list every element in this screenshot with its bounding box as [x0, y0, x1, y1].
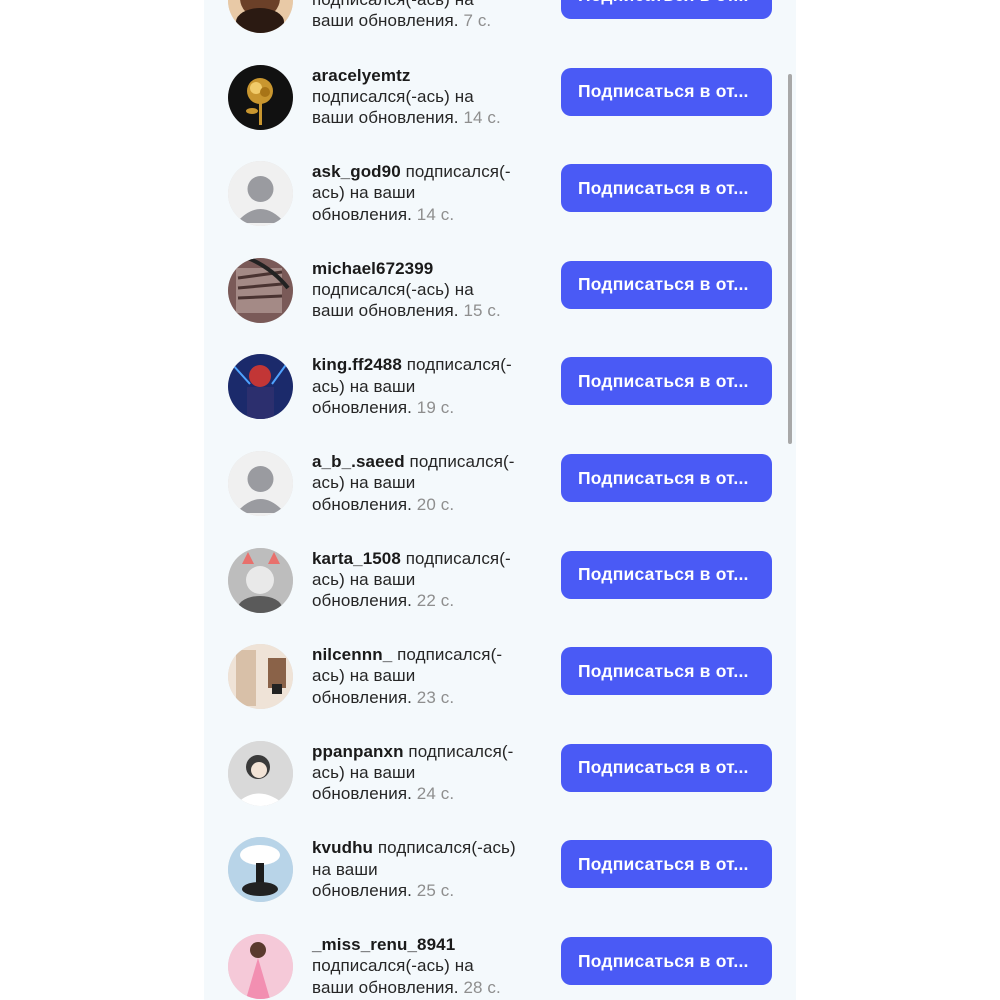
timestamp: 24 с. — [416, 784, 455, 804]
notification-message: ась) на ваши — [312, 376, 416, 396]
timestamp: 7 с. — [463, 11, 492, 31]
timestamp: 23 с. — [416, 687, 455, 707]
notification-row: подписался(-ась) наваши обновления. 7 с.… — [204, 0, 796, 64]
notification-message: обновления. — [312, 204, 412, 224]
notification-text: karta_1508 подписался(- ась) на ваши обнов… — [312, 548, 547, 612]
timestamp: 25 с. — [416, 880, 455, 900]
room-door-avatar[interactable] — [228, 644, 293, 710]
notification-message: ась) на ваши — [312, 666, 416, 686]
notification-message: ась) на ваши — [312, 183, 416, 203]
notification-message: подписался(- — [405, 548, 511, 568]
woman-portrait-avatar[interactable] — [228, 0, 293, 33]
timestamp: 14 с. — [463, 108, 501, 128]
notification-text: _miss_renu_8941 подписался(-ась) на ваши о… — [312, 934, 547, 998]
notification-message: ваши обновления. — [312, 11, 459, 31]
notification-text: kvudhu подписался(-ась) на ваши обновления… — [312, 837, 547, 901]
sky-silhouette-avatar[interactable] — [228, 837, 293, 903]
timestamp: 22 с. — [416, 591, 455, 611]
notification-message: подписался(-ась) на — [312, 956, 474, 976]
activity-panel: подписался(-ась) наваши обновления. 7 с.… — [204, 0, 796, 1000]
username-link[interactable]: king.ff2488 — [312, 355, 402, 374]
notification-text: a_b_.saeed подписался(- ась) на ваши обнов… — [312, 451, 547, 515]
follow-back-button[interactable]: Подписаться в от... — [561, 260, 772, 309]
notification-message: подписался(- — [409, 452, 515, 471]
notification-text: ppanpanxn подписался(- ась) на ваши обновл… — [312, 741, 547, 805]
timestamp: 14 с. — [416, 204, 455, 224]
girl-cat-ears-avatar[interactable] — [228, 547, 293, 613]
pink-dress-avatar[interactable] — [228, 934, 293, 999]
notification-message: обновления. — [312, 494, 412, 514]
notification-message: ваши обновления. — [312, 108, 459, 128]
notification-row: ask_god90 подписался(- ась) на ваши обновл… — [204, 161, 796, 257]
notification-message: ась) на ваши — [312, 569, 416, 589]
notification-row: karta_1508 подписался(- ась) на ваши обнов… — [204, 547, 796, 644]
golden-rose-avatar[interactable] — [228, 64, 293, 130]
follow-back-button[interactable]: Подписаться в от... — [561, 67, 772, 116]
username-link[interactable]: karta_1508 — [312, 549, 401, 568]
notification-text: nilcennn_ подписался(- ась) на ваши обновл… — [312, 644, 547, 708]
notification-message: обновления. — [312, 880, 412, 900]
notification-row: kvudhu подписался(-ась) на ваши обновления… — [204, 837, 796, 933]
timestamp: 19 с. — [416, 397, 455, 417]
default-user-avatar[interactable] — [228, 451, 293, 516]
username-link[interactable]: nilcennn_ — [312, 645, 392, 664]
username-link[interactable]: michael672399 — [312, 259, 433, 278]
notification-message: подписался(-ась) на — [312, 86, 474, 106]
notification-row: a_b_.saeed подписался(- ась) на ваши обнов… — [204, 451, 796, 547]
username-link[interactable]: _miss_renu_8941 — [312, 935, 455, 954]
notification-message: подписался(- — [406, 355, 512, 375]
follow-back-button[interactable]: Подписаться в от... — [561, 550, 772, 599]
notification-message: подписался(-ась) — [377, 838, 516, 858]
notification-message: подписался(- — [405, 162, 511, 182]
follow-back-button[interactable]: Подписаться в от... — [561, 357, 772, 406]
follow-back-button[interactable]: Подписаться в от... — [561, 840, 772, 889]
notification-row: _miss_renu_8941 подписался(-ась) на ваши о… — [204, 934, 796, 1000]
notification-row: michael672399 подписался(-ась) на ваши обн… — [204, 257, 796, 354]
notification-message: обновления. — [312, 397, 412, 417]
girl-smiling-avatar[interactable] — [228, 740, 293, 806]
timestamp: 28 с. — [463, 977, 501, 997]
username-link[interactable]: a_b_.saeed — [312, 452, 405, 471]
notification-message: ась) на ваши — [312, 473, 416, 493]
username-link[interactable]: aracelyemtz — [312, 66, 410, 85]
follow-back-button[interactable]: Подписаться в от... — [561, 647, 772, 696]
notification-message: обновления. — [312, 784, 412, 804]
username-link[interactable]: ppanpanxn — [312, 742, 404, 761]
timestamp: 20 с. — [416, 494, 455, 514]
notification-message: подписался(- — [408, 741, 514, 761]
notification-text: king.ff2488 подписался(- ась) на ваши обно… — [312, 354, 547, 418]
notification-message: ваши обновления. — [312, 301, 459, 321]
game-character-avatar[interactable] — [228, 354, 293, 420]
notification-message: подписался(-ась) на — [312, 0, 547, 10]
notification-message: ваши обновления. — [312, 977, 459, 997]
notification-text: подписался(-ась) наваши обновления. 7 с. — [312, 0, 547, 32]
follow-back-button[interactable]: Подписаться в от... — [561, 743, 772, 792]
notification-row: king.ff2488 подписался(- ась) на ваши обно… — [204, 354, 796, 450]
notification-message: подписался(-ась) на — [312, 280, 474, 300]
notification-message: обновления. — [312, 591, 412, 611]
follow-back-button[interactable]: Подписаться в от... — [561, 937, 772, 985]
timestamp: 15 с. — [463, 301, 501, 321]
follow-back-button[interactable]: Подписаться в от... — [561, 164, 772, 213]
notification-text: ask_god90 подписался(- ась) на ваши обновл… — [312, 161, 547, 225]
default-user-avatar[interactable] — [228, 161, 293, 227]
notification-row: ppanpanxn подписался(- ась) на ваши обновл… — [204, 740, 796, 837]
notification-message: ась) на ваши — [312, 763, 416, 783]
notification-message: подписался(- — [397, 645, 503, 665]
stairs-photo-avatar[interactable] — [228, 257, 293, 323]
username-link[interactable]: kvudhu — [312, 838, 373, 857]
scrollbar[interactable] — [788, 74, 792, 444]
username-link[interactable]: ask_god90 — [312, 162, 401, 181]
follow-back-button[interactable]: Подписаться в от... — [561, 0, 772, 19]
notification-row: nilcennn_ подписался(- ась) на ваши обновл… — [204, 644, 796, 740]
notification-message: на ваши — [312, 859, 378, 879]
notification-text: michael672399 подписался(-ась) на ваши обн… — [312, 258, 547, 322]
follow-back-button[interactable]: Подписаться в от... — [561, 454, 772, 502]
notification-message: обновления. — [312, 687, 412, 707]
notification-text: aracelyemtz подписался(-ась) на ваши обнов… — [312, 65, 547, 129]
notification-row: aracelyemtz подписался(-ась) на ваши обнов… — [204, 64, 796, 161]
